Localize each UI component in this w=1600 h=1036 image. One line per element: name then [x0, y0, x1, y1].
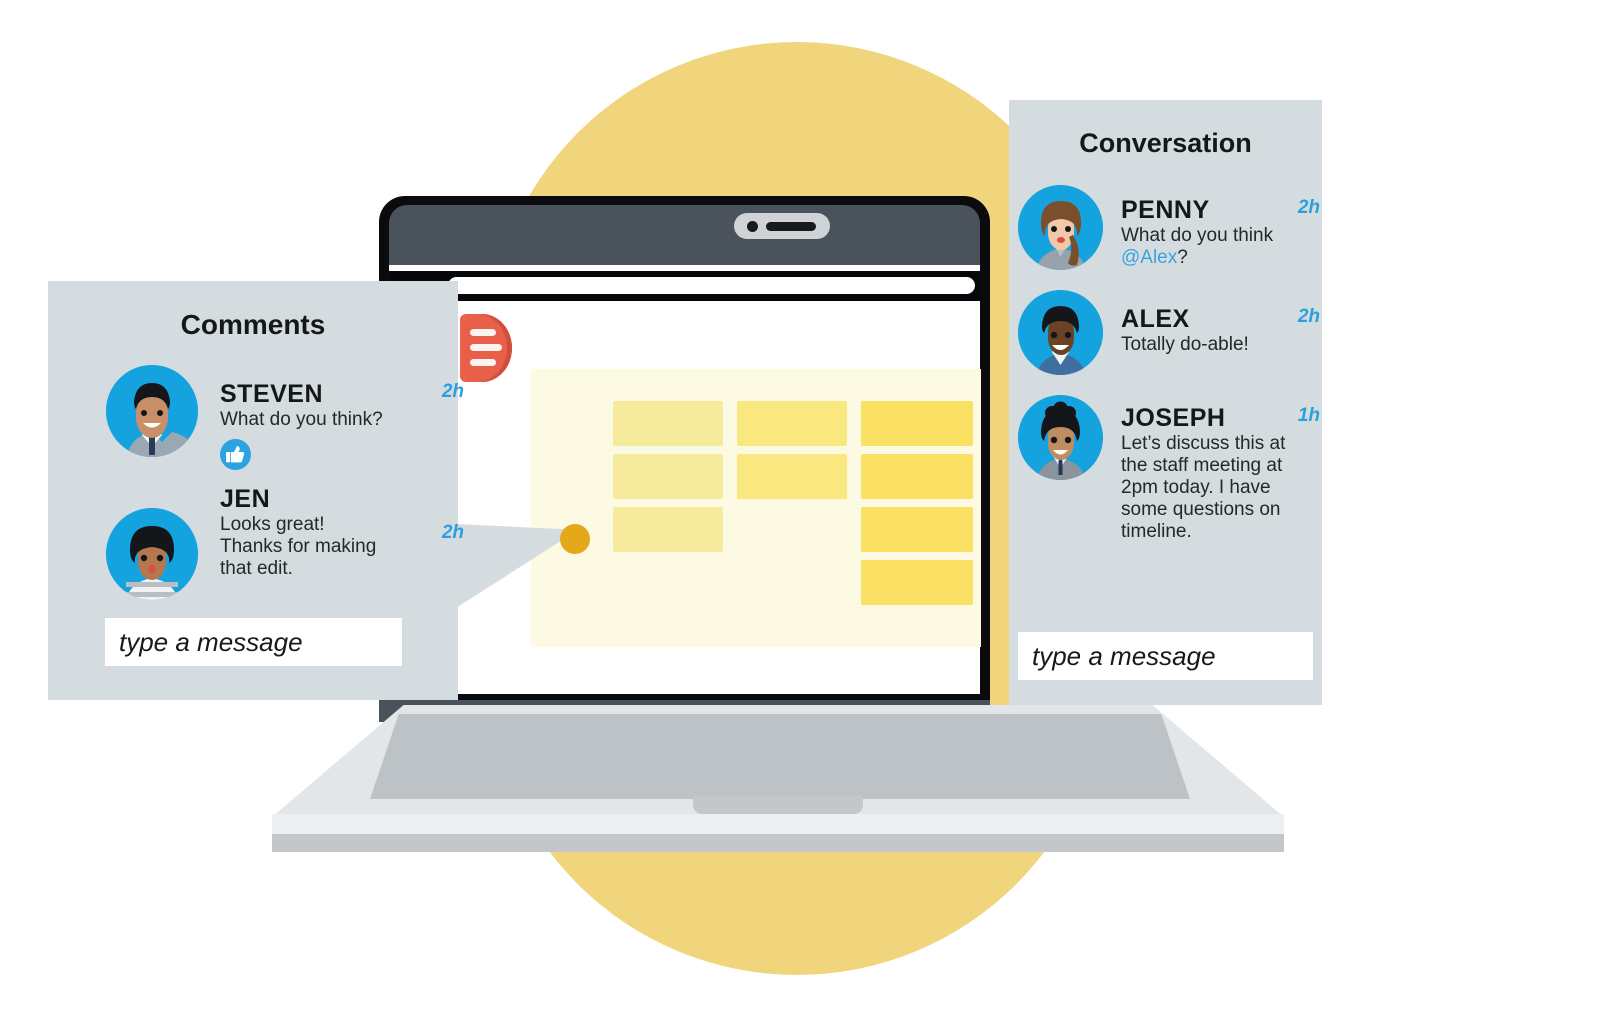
laptop-latch-notch	[693, 796, 863, 814]
conversation-author: JOSEPH	[1121, 404, 1226, 432]
conversation-input-placeholder: type a message	[1032, 640, 1216, 671]
address-bar[interactable]	[448, 277, 975, 294]
conversation-panel: Conversation PENNY What do you think @Al…	[1009, 100, 1322, 705]
avatar-penny	[1018, 185, 1103, 270]
laptop-bezel	[389, 205, 980, 265]
conversation-body-alex: ALEX Totally do-able!	[1103, 290, 1314, 356]
thumbs-up-icon[interactable]	[220, 439, 251, 471]
doc-block-c2r2	[737, 454, 847, 499]
comment-timestamp: 2h	[441, 522, 464, 544]
doc-block-c3r4	[861, 560, 973, 605]
comment-text: Looks great! Thanks for making that edit…	[220, 514, 377, 580]
laptop-base-shadow	[272, 834, 1284, 852]
conversation-item-alex[interactable]: ALEX Totally do-able! 2h	[1018, 290, 1320, 375]
comments-message-input[interactable]: type a message	[105, 618, 402, 666]
doc-block-c3r1	[861, 401, 973, 446]
conversation-text: Let’s discuss this at the staff meeting …	[1121, 433, 1286, 542]
illustration-canvas: Comments STEVEN What do you think? 2h JE…	[0, 0, 1600, 1036]
comment-item-steven[interactable]: STEVEN What do you think? 2h	[106, 365, 464, 471]
conversation-timestamp: 2h	[1297, 306, 1320, 327]
marker-line-1	[470, 329, 496, 336]
laptop-keyboard-area	[370, 714, 1190, 799]
comment-body-steven: STEVEN What do you think?	[198, 365, 436, 471]
conversation-message-input[interactable]: type a message	[1018, 632, 1313, 680]
comments-panel: Comments STEVEN What do you think? 2h JE…	[48, 281, 464, 700]
conversation-text: What do you think @Alex?	[1121, 225, 1293, 269]
doc-block-c1r2	[613, 454, 723, 499]
marker-line-3	[470, 359, 496, 366]
comments-panel-title: Comments	[180, 309, 326, 340]
doc-block-c1r1	[613, 401, 723, 446]
doc-block-c1r3	[613, 507, 723, 552]
conversation-item-penny[interactable]: PENNY What do you think @Alex? 2h	[1018, 185, 1320, 270]
conversation-author: PENNY	[1121, 196, 1210, 224]
webcam-lens-icon	[747, 221, 758, 232]
avatar-joseph	[1018, 395, 1103, 480]
conversation-panel-title: Conversation	[1079, 128, 1252, 158]
avatar-alex	[1018, 290, 1103, 375]
comment-body-jen: JEN Looks great! Thanks for making that …	[198, 486, 436, 580]
marker-line-2	[470, 344, 502, 351]
comment-item-jen[interactable]: JEN Looks great! Thanks for making that …	[106, 486, 464, 601]
avatar-jen	[106, 508, 198, 601]
laptop-base-front	[272, 814, 1284, 836]
speaker-grille-icon	[766, 222, 816, 231]
avatar-steven	[106, 365, 198, 457]
comment-timestamp: 2h	[441, 381, 464, 402]
doc-block-c3r2	[861, 454, 973, 499]
document-canvas	[531, 369, 981, 647]
conversation-text-after: ?	[1177, 247, 1188, 269]
conversation-timestamp: 1h	[1297, 405, 1320, 426]
conversation-text: Totally do-able!	[1121, 334, 1249, 356]
comment-author: STEVEN	[220, 380, 324, 408]
comment-author: JEN	[220, 485, 271, 514]
comments-input-placeholder: type a message	[119, 626, 303, 657]
comment-text: What do you think?	[220, 409, 383, 431]
doc-block-c2r1	[737, 401, 847, 446]
conversation-text-before: What do you think	[1121, 225, 1274, 247]
conversation-item-joseph[interactable]: JOSEPH Let’s discuss this at the staff m…	[1018, 395, 1320, 542]
comment-pin-dot[interactable]	[560, 524, 590, 554]
conversation-body-penny: PENNY What do you think @Alex?	[1103, 185, 1314, 269]
doc-block-c3r3	[861, 507, 973, 552]
conversation-author: ALEX	[1121, 305, 1190, 333]
conversation-body-joseph: JOSEPH Let’s discuss this at the staff m…	[1103, 395, 1314, 542]
mention-link[interactable]: @Alex	[1121, 247, 1177, 268]
conversation-timestamp: 2h	[1297, 197, 1320, 218]
